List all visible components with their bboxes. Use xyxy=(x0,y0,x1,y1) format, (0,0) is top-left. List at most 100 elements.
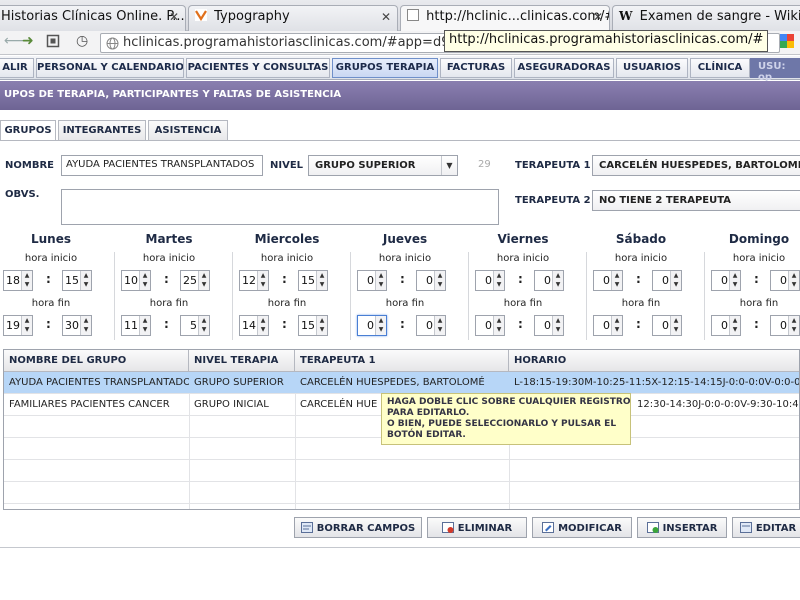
terapeuta2-select[interactable]: NO TIENE 2 TERAPEUTA xyxy=(592,190,800,211)
inicio-hour-spinner[interactable]: 18 ▲ ▼ xyxy=(3,270,33,291)
spinner-arrows-icon[interactable]: ▲ ▼ xyxy=(21,271,32,290)
fin-hour-spinner[interactable]: 14 ▲ ▼ xyxy=(239,315,269,336)
fin-hour-spinner[interactable]: 0 ▲ ▼ xyxy=(711,315,741,336)
spinner-value: 0 xyxy=(367,319,374,332)
tab-integrantes[interactable]: INTEGRANTES xyxy=(58,120,146,140)
menu-aseguradoras[interactable]: ASEGURADORAS xyxy=(514,58,614,78)
spinner-arrows-icon[interactable]: ▲ ▼ xyxy=(493,316,504,335)
spinner-arrows-icon[interactable]: ▲ ▼ xyxy=(198,271,209,290)
globe-icon xyxy=(106,37,119,52)
spinner-value: 0 xyxy=(603,274,610,287)
spinner-arrows-icon[interactable]: ▲ ▼ xyxy=(670,316,681,335)
eliminar-button[interactable]: ELIMINAR xyxy=(427,517,527,538)
browser-tab-wikipedia[interactable]: W Examen de sangre - Wikipe... xyxy=(612,5,800,31)
inicio-minute-spinner[interactable]: 0 ▲ ▼ xyxy=(652,270,682,291)
borrar-campos-button[interactable]: BORRAR CAMPOS xyxy=(294,517,422,538)
fin-minute-spinner[interactable]: 0 ▲ ▼ xyxy=(534,315,564,336)
table-row[interactable]: AYUDA PACIENTES TRANSPLANTADOS GRUPO SUP… xyxy=(4,372,799,394)
spinner-arrows-icon[interactable]: ▲ ▼ xyxy=(493,271,504,290)
fin-hour-spinner[interactable]: 11 ▲ ▼ xyxy=(121,315,151,336)
inicio-hour-spinner[interactable]: 12 ▲ ▼ xyxy=(239,270,269,291)
inicio-minute-spinner[interactable]: 15 ▲ ▼ xyxy=(62,270,92,291)
spinner-arrows-icon[interactable]: ▲ ▼ xyxy=(611,316,622,335)
inicio-minute-spinner[interactable]: 15 ▲ ▼ xyxy=(298,270,328,291)
fin-minute-spinner[interactable]: 5 ▲ ▼ xyxy=(180,315,210,336)
wikipedia-favicon-icon: W xyxy=(619,9,633,23)
nivel-select[interactable]: GRUPO SUPERIOR ▼ xyxy=(308,155,458,176)
history-clock-icon[interactable]: ◷ xyxy=(76,33,88,49)
spinner-arrows-icon[interactable]: ▲ ▼ xyxy=(552,316,563,335)
inicio-minute-spinner[interactable]: 0 ▲ ▼ xyxy=(770,270,800,291)
spinner-arrows-icon[interactable]: ▲ ▼ xyxy=(257,271,268,290)
spinner-arrows-icon[interactable]: ▲ ▼ xyxy=(434,271,445,290)
inicio-minute-spinner[interactable]: 25 ▲ ▼ xyxy=(180,270,210,291)
column-header-horario[interactable]: HORARIO xyxy=(509,350,799,372)
spinner-arrows-icon[interactable]: ▲ ▼ xyxy=(316,316,327,335)
browser-tab-typography[interactable]: Typography ✕ xyxy=(188,5,398,31)
browser-tab-historias[interactable]: Historias Clínicas Online. P... ✕ xyxy=(0,5,186,31)
fin-minute-spinner[interactable]: 0 ▲ ▼ xyxy=(770,315,800,336)
nombre-input[interactable]: AYUDA PACIENTES TRANSPLANTADOS xyxy=(61,155,263,176)
inicio-minute-spinner[interactable]: 0 ▲ ▼ xyxy=(534,270,564,291)
column-header-nombre[interactable]: NOMBRE DEL GRUPO xyxy=(4,350,189,372)
fin-minute-spinner[interactable]: 0 ▲ ▼ xyxy=(652,315,682,336)
spinner-arrows-icon[interactable]: ▲ ▼ xyxy=(670,271,681,290)
spinner-arrows-icon[interactable]: ▲ ▼ xyxy=(198,316,209,335)
terapeuta1-select[interactable]: CARCELÉN HUESPEDES, BARTOLOMÉ xyxy=(592,155,800,176)
editar-button[interactable]: EDITAR xyxy=(732,517,800,538)
spinner-arrows-icon[interactable]: ▲ ▼ xyxy=(257,316,268,335)
obvs-textarea[interactable] xyxy=(61,189,499,225)
spinner-arrows-icon[interactable]: ▲ ▼ xyxy=(552,271,563,290)
inicio-hour-spinner[interactable]: 0 ▲ ▼ xyxy=(711,270,741,291)
spinner-arrows-icon[interactable]: ▲ ▼ xyxy=(316,271,327,290)
spinner-arrows-icon[interactable]: ▲ ▼ xyxy=(375,271,386,290)
menu-clinica[interactable]: CLÍNICA xyxy=(690,58,750,78)
spinner-arrows-icon[interactable]: ▲ ▼ xyxy=(139,316,150,335)
fin-hour-spinner[interactable]: 0 ▲ ▼ xyxy=(357,315,387,336)
fin-minute-spinner[interactable]: 0 ▲ ▼ xyxy=(416,315,446,336)
spinner-arrows-icon[interactable]: ▲ ▼ xyxy=(80,316,91,335)
inicio-minute-spinner[interactable]: 0 ▲ ▼ xyxy=(416,270,446,291)
spinner-arrows-icon[interactable]: ▲ ▼ xyxy=(375,316,386,335)
forward-icon[interactable]: ➜ xyxy=(22,33,34,49)
spinner-arrows-icon[interactable]: ▲ ▼ xyxy=(729,271,740,290)
menu-grupos-terapia[interactable]: GRUPOS TERAPIA xyxy=(332,58,438,78)
spinner-arrows-icon[interactable]: ▲ ▼ xyxy=(729,316,740,335)
spinner-arrows-icon[interactable]: ▲ ▼ xyxy=(611,271,622,290)
spinner-arrows-icon[interactable]: ▲ ▼ xyxy=(21,316,32,335)
home-icon[interactable] xyxy=(46,34,60,52)
menu-usuarios[interactable]: USUARIOS xyxy=(616,58,688,78)
close-tab-icon[interactable]: ✕ xyxy=(381,10,391,24)
fin-minute-spinner[interactable]: 15 ▲ ▼ xyxy=(298,315,328,336)
spinner-arrows-icon[interactable]: ▲ ▼ xyxy=(788,271,799,290)
tab-grupos[interactable]: GRUPOS xyxy=(0,120,56,141)
menu-facturas[interactable]: FACTURAS xyxy=(440,58,512,78)
inicio-hour-spinner[interactable]: 0 ▲ ▼ xyxy=(475,270,505,291)
nivel-value: GRUPO SUPERIOR xyxy=(315,160,416,171)
spinner-arrows-icon[interactable]: ▲ ▼ xyxy=(139,271,150,290)
menu-salir[interactable]: ALIR xyxy=(0,58,34,78)
app-menu-bar: ALIR PERSONAL Y CALENDARIO PACIENTES Y C… xyxy=(0,56,800,83)
fin-hour-spinner[interactable]: 0 ▲ ▼ xyxy=(593,315,623,336)
tab-asistencia[interactable]: ASISTENCIA xyxy=(148,120,228,140)
close-tab-icon[interactable]: ✕ xyxy=(169,10,179,24)
spinner-arrows-icon[interactable]: ▲ ▼ xyxy=(788,316,799,335)
column-header-nivel[interactable]: NIVEL TERAPIA xyxy=(189,350,295,372)
insertar-button[interactable]: INSERTAR xyxy=(637,517,727,538)
inicio-hour-spinner[interactable]: 0 ▲ ▼ xyxy=(593,270,623,291)
spinner-arrows-icon[interactable]: ▲ ▼ xyxy=(80,271,91,290)
fin-minute-spinner[interactable]: 30 ▲ ▼ xyxy=(62,315,92,336)
column-header-terapeuta[interactable]: TERAPEUTA 1 xyxy=(295,350,509,372)
inicio-hour-spinner[interactable]: 10 ▲ ▼ xyxy=(121,270,151,291)
fin-hour-spinner[interactable]: 19 ▲ ▼ xyxy=(3,315,33,336)
modificar-button[interactable]: MODIFICAR xyxy=(532,517,632,538)
close-tab-icon[interactable]: ✕ xyxy=(593,10,603,24)
inicio-hour-spinner[interactable]: 0 ▲ ▼ xyxy=(357,270,387,291)
time-separator: : xyxy=(754,272,759,286)
spinner-arrows-icon[interactable]: ▲ ▼ xyxy=(434,316,445,335)
menu-pacientes-consultas[interactable]: PACIENTES Y CONSULTAS xyxy=(186,58,330,78)
browser-tab-hclinicas[interactable]: http://hclinic...clinicas.com/# ✕ xyxy=(400,5,610,32)
fin-hour-spinner[interactable]: 0 ▲ ▼ xyxy=(475,315,505,336)
menu-personal-calendario[interactable]: PERSONAL Y CALENDARIO xyxy=(36,58,184,78)
google-search-icon[interactable] xyxy=(780,34,794,52)
